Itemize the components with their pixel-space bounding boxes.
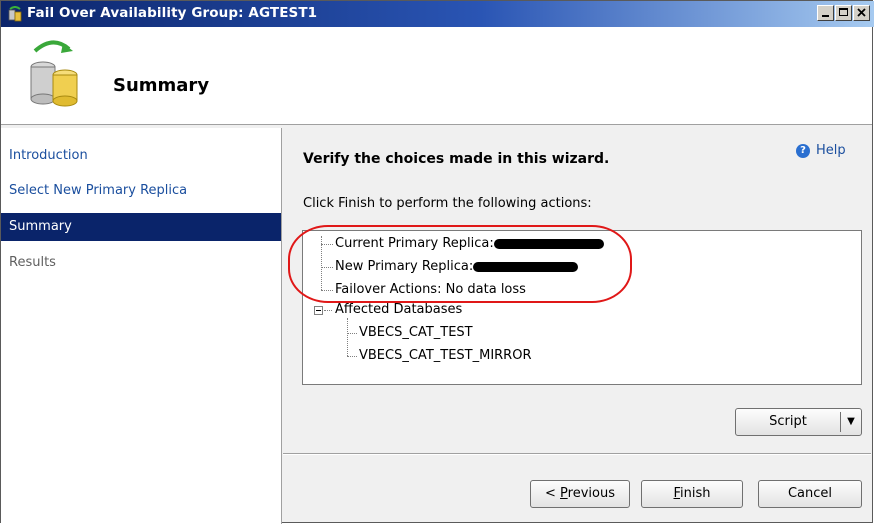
- nav-item-summary[interactable]: Summary: [1, 213, 281, 241]
- tree-item-affected-databases[interactable]: Affected Databases: [335, 302, 462, 317]
- script-button[interactable]: Script ▼: [735, 408, 862, 436]
- dropdown-arrow-icon[interactable]: ▼: [842, 409, 860, 435]
- previous-label: revious: [567, 486, 615, 501]
- previous-mnemonic: P: [560, 486, 568, 501]
- title-bar[interactable]: Fail Over Availability Group: AGTEST1: [1, 1, 874, 27]
- finish-button[interactable]: Finish: [641, 480, 743, 508]
- script-label: Script: [769, 414, 807, 429]
- window-title: Fail Over Availability Group: AGTEST1: [27, 5, 318, 21]
- help-label: Help: [816, 143, 846, 158]
- instruction-text: Click Finish to perform the following ac…: [303, 196, 592, 211]
- footer-divider: [283, 453, 871, 455]
- help-link[interactable]: ? Help: [796, 143, 846, 158]
- previous-button[interactable]: < Previous: [530, 480, 630, 508]
- nav-item-results: Results: [9, 255, 56, 270]
- nav-item-select-new-primary-replica[interactable]: Select New Primary Replica: [1, 177, 281, 205]
- tree-item-database[interactable]: VBECS_CAT_TEST_MIRROR: [359, 348, 532, 363]
- tree-connector: [347, 356, 357, 357]
- close-icon[interactable]: [853, 5, 870, 21]
- previous-prefix: <: [545, 486, 561, 501]
- cancel-button[interactable]: Cancel: [758, 480, 862, 508]
- tree-item-database[interactable]: VBECS_CAT_TEST: [359, 325, 473, 340]
- wizard-nav: Introduction Select New Primary Replica …: [1, 128, 282, 524]
- app-icon: [8, 6, 22, 22]
- minimize-icon[interactable]: [817, 5, 834, 21]
- finish-label: inish: [680, 486, 711, 501]
- tree-connector: [324, 310, 332, 311]
- page-heading: Verify the choices made in this wizard.: [303, 151, 610, 167]
- page-title: Summary: [113, 75, 210, 96]
- wizard-header: Summary: [1, 27, 872, 125]
- help-icon: ?: [796, 143, 810, 158]
- tree-connector: [347, 333, 357, 334]
- collapse-icon[interactable]: [314, 306, 323, 315]
- nav-item-introduction[interactable]: Introduction: [1, 142, 281, 170]
- maximize-icon[interactable]: [835, 5, 852, 21]
- database-failover-icon: [30, 40, 78, 107]
- split-divider: [840, 412, 841, 432]
- highlight-annotation: [288, 225, 632, 303]
- tree-connector: [347, 318, 348, 356]
